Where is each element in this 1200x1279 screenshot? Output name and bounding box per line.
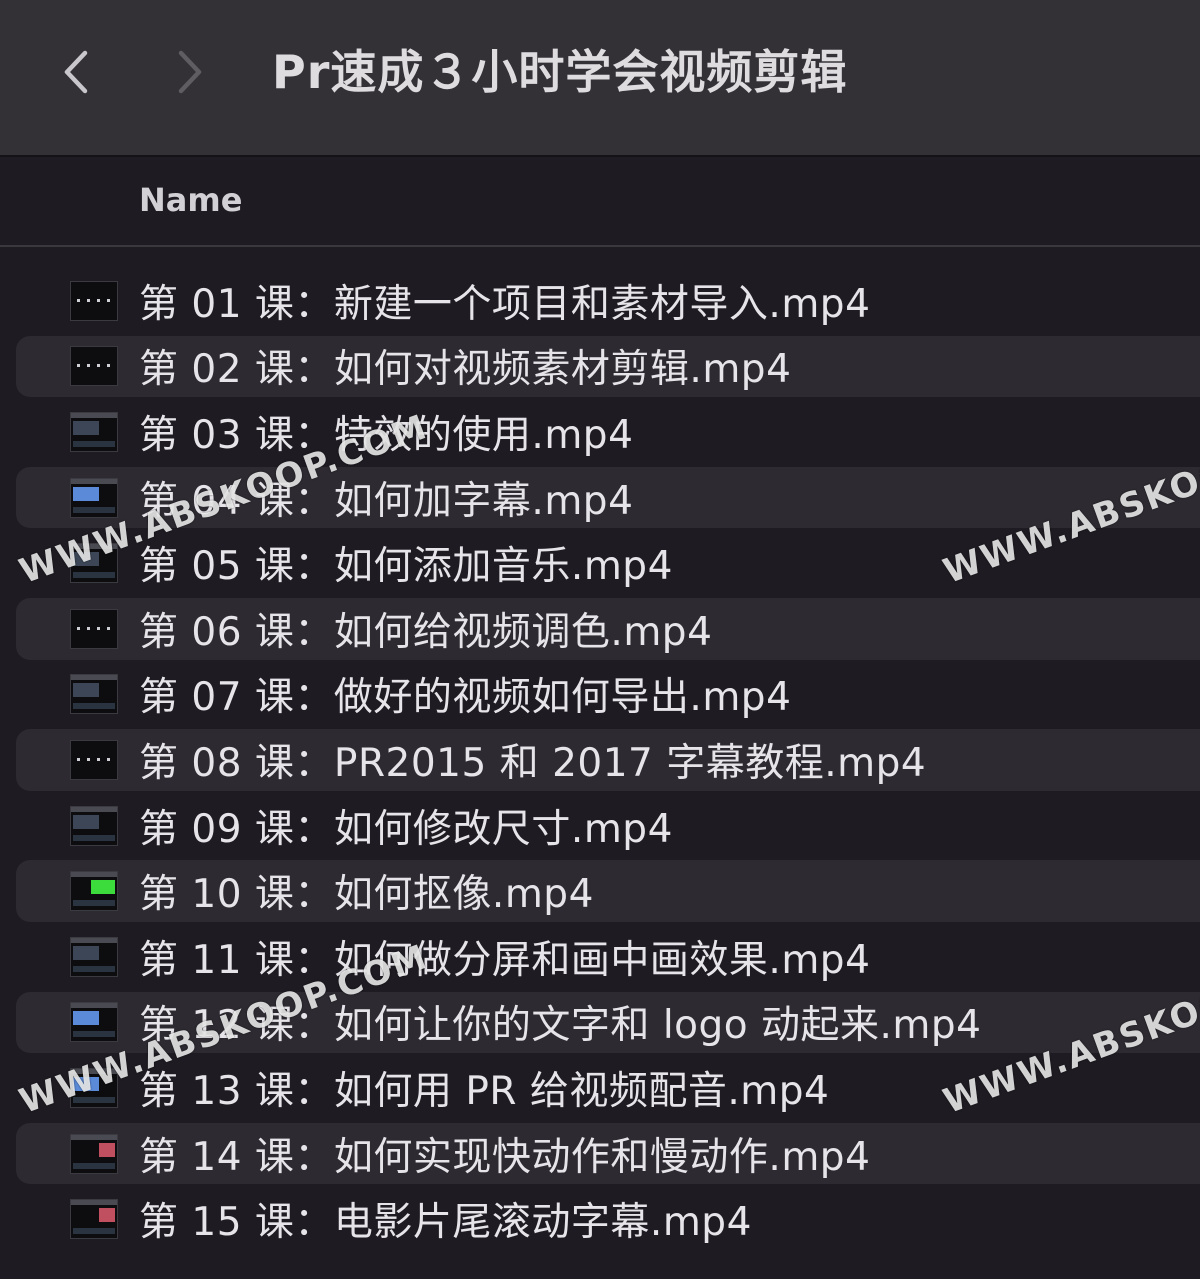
column-header-row: Name <box>0 159 1200 247</box>
video-thumbnail-icon <box>70 1002 118 1043</box>
video-thumbnail-icon <box>70 805 118 846</box>
file-row[interactable]: 第 04 课：如何加字幕.mp4 <box>0 465 1200 531</box>
file-row[interactable]: 第 11 课：如何做分屏和画中画效果.mp4 <box>0 924 1200 990</box>
file-name: 第 02 课：如何对视频素材剪辑.mp4 <box>139 347 792 393</box>
file-name: 第 13 课：如何用 PR 给视频配音.mp4 <box>139 1068 830 1114</box>
file-row[interactable]: 第 13 课：如何用 PR 给视频配音.mp4 <box>0 1055 1200 1121</box>
file-row[interactable]: 第 03 课：特效的使用.mp4 <box>0 399 1200 465</box>
file-row[interactable]: 第 01 课：新建一个项目和素材导入.mp4 <box>0 268 1200 334</box>
file-name: 第 11 课：如何做分屏和画中画效果.mp4 <box>139 937 871 983</box>
column-header-name[interactable]: Name <box>139 181 242 219</box>
video-thumbnail-icon <box>70 1067 118 1108</box>
video-thumbnail-icon <box>70 346 118 387</box>
file-row[interactable]: 第 12 课：如何让你的文字和 logo 动起来.mp4 <box>0 990 1200 1056</box>
video-thumbnail-icon <box>70 739 118 780</box>
file-name: 第 04 课：如何加字幕.mp4 <box>139 478 634 524</box>
file-name: 第 03 课：特效的使用.mp4 <box>139 412 634 458</box>
file-row[interactable]: 第 06 课：如何给视频调色.mp4 <box>0 596 1200 662</box>
video-thumbnail-icon <box>70 674 118 715</box>
file-name: 第 15 课：电影片尾滚动字幕.mp4 <box>139 1200 752 1246</box>
file-name: 第 14 课：如何实现快动作和慢动作.mp4 <box>139 1134 871 1180</box>
file-row[interactable]: 第 08 课：PR2015 和 2017 字幕教程.mp4 <box>0 727 1200 793</box>
video-thumbnail-icon <box>70 477 118 518</box>
file-row[interactable]: 第 07 课：做好的视频如何导出.mp4 <box>0 662 1200 728</box>
file-name: 第 05 课：如何添加音乐.mp4 <box>139 544 673 590</box>
file-row[interactable]: 第 09 课：如何修改尺寸.mp4 <box>0 793 1200 859</box>
back-button[interactable] <box>46 40 106 104</box>
file-row[interactable]: 第 05 课：如何添加音乐.mp4 <box>0 530 1200 596</box>
video-thumbnail-icon <box>70 936 118 977</box>
file-name: 第 08 课：PR2015 和 2017 字幕教程.mp4 <box>139 740 927 786</box>
finder-window: Pr速成３小时学会视频剪辑 Name 第 01 课：新建一个项目和素材导入.mp… <box>0 0 1200 1279</box>
file-row[interactable]: 第 02 课：如何对视频素材剪辑.mp4 <box>0 334 1200 400</box>
video-thumbnail-icon <box>70 608 118 649</box>
toolbar: Pr速成３小时学会视频剪辑 <box>0 0 1200 157</box>
file-name: 第 10 课：如何抠像.mp4 <box>139 872 594 918</box>
chevron-left-icon <box>64 50 88 94</box>
video-thumbnail-icon <box>70 871 118 912</box>
file-name: 第 07 课：做好的视频如何导出.mp4 <box>139 675 792 721</box>
video-thumbnail-icon <box>70 1199 118 1240</box>
file-name: 第 01 课：新建一个项目和素材导入.mp4 <box>139 281 871 327</box>
video-thumbnail-icon <box>70 280 118 321</box>
chevron-right-icon <box>178 50 202 94</box>
file-name: 第 09 课：如何修改尺寸.mp4 <box>139 806 673 852</box>
file-name: 第 06 课：如何给视频调色.mp4 <box>139 609 713 655</box>
video-thumbnail-icon <box>70 411 118 452</box>
file-name: 第 12 课：如何让你的文字和 logo 动起来.mp4 <box>139 1003 982 1049</box>
file-row[interactable]: 第 14 课：如何实现快动作和慢动作.mp4 <box>0 1121 1200 1187</box>
video-thumbnail-icon <box>70 1133 118 1174</box>
video-thumbnail-icon <box>70 543 118 584</box>
file-row[interactable]: 第 15 课：电影片尾滚动字幕.mp4 <box>0 1186 1200 1252</box>
file-list: 第 01 课：新建一个项目和素材导入.mp4 第 02 课：如何对视频素材剪辑.m… <box>0 268 1200 1252</box>
file-row[interactable]: 第 10 课：如何抠像.mp4 <box>0 858 1200 924</box>
window-title: Pr速成３小时学会视频剪辑 <box>272 45 848 99</box>
forward-button[interactable] <box>160 40 220 104</box>
